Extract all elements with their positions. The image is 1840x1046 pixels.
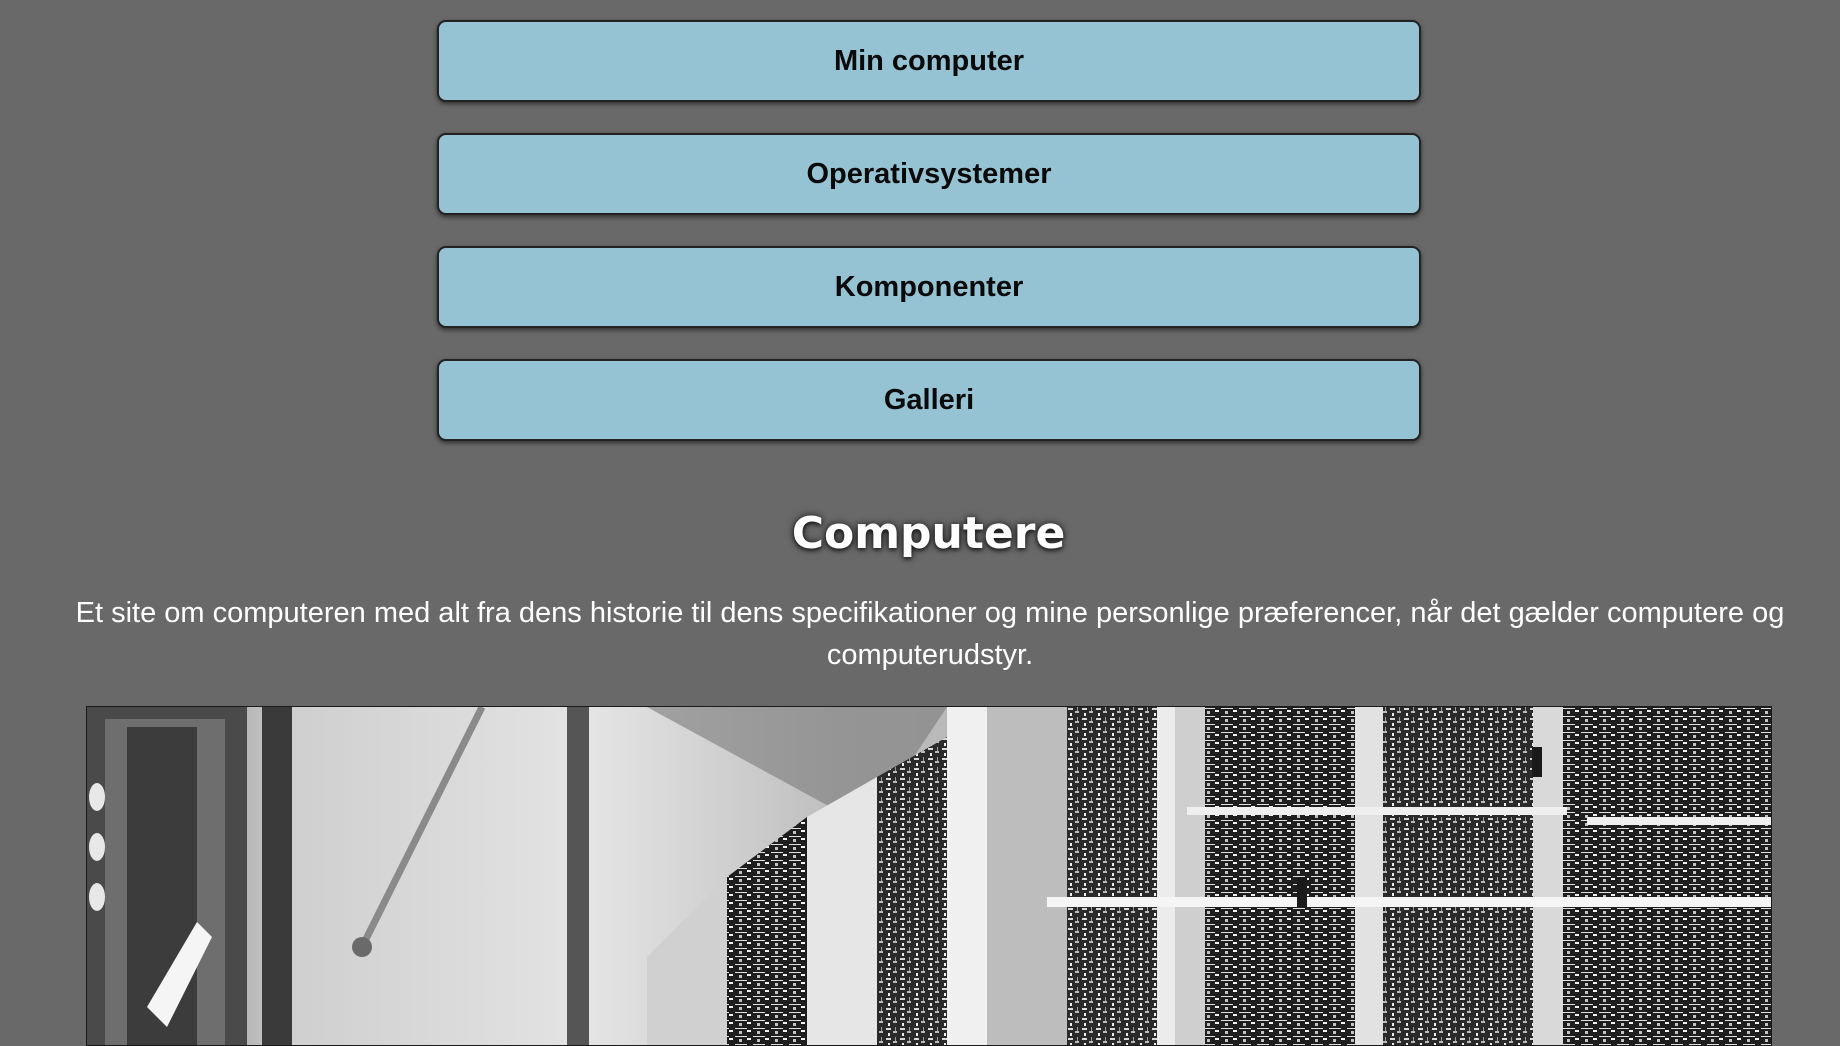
nav-button-operativsystemer[interactable]: Operativsystemer: [437, 133, 1421, 215]
nav-button-min-computer[interactable]: Min computer: [437, 20, 1421, 102]
hero-image: [86, 706, 1772, 1046]
vintage-computer-photo: [87, 707, 1771, 1045]
nav-button-galleri[interactable]: Galleri: [437, 359, 1421, 441]
main-navigation: Min computer Operativsystemer Komponente…: [437, 20, 1421, 472]
page-title: Computere: [791, 508, 1066, 559]
intro-text: Et site om computeren med alt fra dens h…: [75, 597, 1785, 671]
nav-button-komponenter[interactable]: Komponenter: [437, 246, 1421, 328]
